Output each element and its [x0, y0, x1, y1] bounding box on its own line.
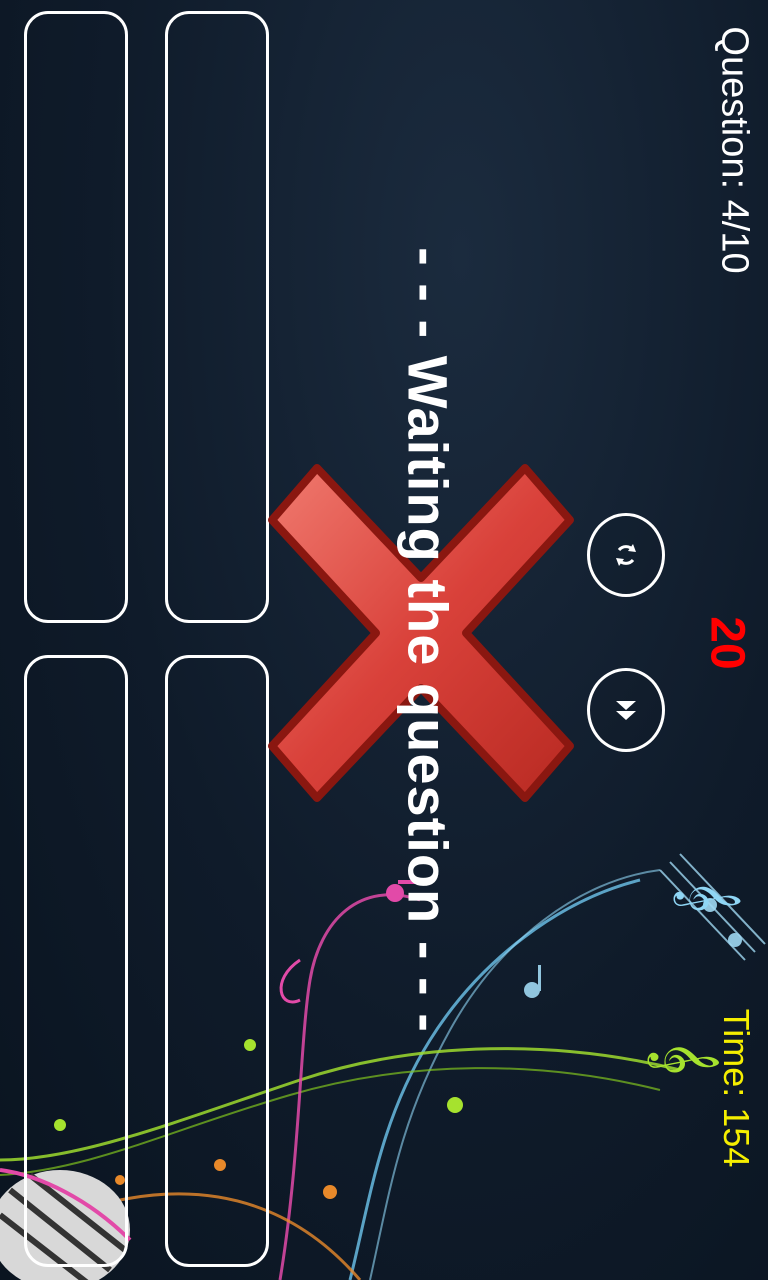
answer-button-4[interactable] [165, 655, 269, 1267]
skip-button[interactable] [587, 668, 665, 752]
question-counter: Question: 4/10 [713, 26, 756, 274]
fast-forward-icon [616, 701, 636, 720]
svg-text:𝄞: 𝄞 [674, 880, 741, 913]
status-message: - - - Waiting the question - - - [396, 247, 460, 1033]
replay-icon [616, 544, 636, 566]
score: 20 [700, 616, 754, 670]
answer-button-1[interactable] [24, 11, 128, 623]
timer: Time: 154 [716, 1008, 757, 1168]
answer-button-2[interactable] [165, 11, 269, 623]
svg-text:𝄞: 𝄞 [648, 1040, 720, 1075]
replay-button[interactable] [587, 513, 665, 597]
answer-button-3[interactable] [24, 655, 128, 1267]
